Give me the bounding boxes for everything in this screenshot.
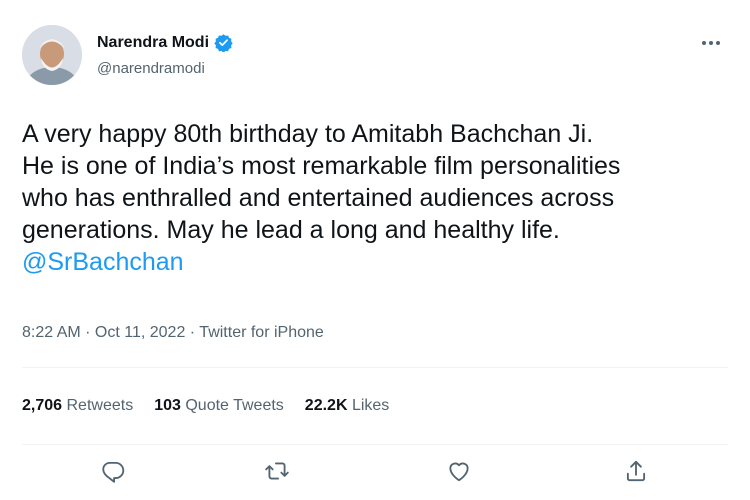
author-display-name[interactable]: Narendra Modi	[97, 34, 209, 52]
quotes-label: Quote Tweets	[185, 397, 284, 414]
tweet-text-line: A very happy 80th birthday to Amitabh Ba…	[22, 120, 594, 148]
action-bar	[0, 458, 750, 486]
retweets-label: Retweets	[66, 397, 134, 414]
mention-link[interactable]: @SrBachchan	[22, 246, 727, 278]
verified-badge-icon	[214, 33, 233, 53]
tweet-text: A very happy 80th birthday to Amitabh Ba…	[22, 118, 727, 278]
author-name-row: Narendra Modi	[97, 33, 233, 53]
quotes-count: 103	[154, 397, 181, 414]
avatar[interactable]	[22, 25, 82, 85]
tweet-text-line: generations. May he lead a long and heal…	[22, 216, 560, 244]
likes-count: 22.2K	[304, 397, 348, 414]
likes-label: Likes	[351, 397, 390, 414]
likes-stat[interactable]: 22.2K Likes	[305, 397, 390, 415]
divider	[22, 444, 728, 445]
more-options-icon[interactable]	[700, 36, 722, 48]
tweet-text-line: He is one of India’s most remarkable fil…	[22, 152, 621, 180]
like-icon[interactable]	[446, 458, 472, 484]
retweet-icon[interactable]	[264, 458, 290, 484]
reply-icon[interactable]	[100, 458, 126, 484]
share-icon[interactable]	[623, 458, 649, 484]
author-handle[interactable]: @narendramodi	[97, 60, 205, 77]
meta-separator: ·	[185, 324, 200, 341]
tweet-source[interactable]: Twitter for iPhone	[199, 324, 324, 341]
quote-tweets-stat[interactable]: 103 Quote Tweets	[154, 397, 284, 415]
tweet-text-line: who has enthralled and entertained audie…	[22, 184, 615, 212]
tweet-meta: 8:22 AM · Oct 11, 2022 · Twitter for iPh…	[22, 324, 324, 342]
retweets-count: 2,706	[22, 397, 63, 414]
tweet-timestamp[interactable]: 8:22 AM · Oct 11, 2022	[22, 324, 185, 341]
tweet-stats: 2,706 Retweets 103 Quote Tweets 22.2K Li…	[22, 397, 410, 415]
tweet-card: Narendra Modi @narendramodi A very happy…	[0, 0, 750, 500]
retweets-stat[interactable]: 2,706 Retweets	[22, 397, 133, 415]
divider	[22, 367, 728, 368]
